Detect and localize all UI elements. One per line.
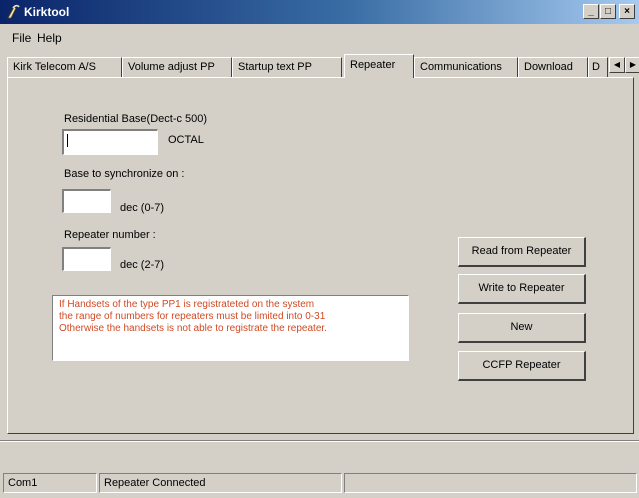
sync-base-input[interactable] <box>62 189 111 213</box>
status-connection: Repeater Connected <box>99 473 342 493</box>
repeater-number-unit: dec (2-7) <box>120 259 165 271</box>
read-from-repeater-button[interactable]: Read from Repeater <box>458 237 586 267</box>
status-port: Com1 <box>3 473 97 493</box>
close-button[interactable]: × <box>619 4 635 19</box>
close-icon: × <box>624 6 630 17</box>
title-bar[interactable]: Kirktool _ □ × <box>0 0 639 24</box>
new-button[interactable]: New <box>458 313 586 343</box>
arrow-right-icon: ▶ <box>629 60 637 69</box>
warning-line-2: the range of numbers for repeaters must … <box>59 311 326 322</box>
sync-base-unit: dec (0-7) <box>120 202 165 214</box>
repeater-number-label: Repeater number : <box>64 229 156 241</box>
warning-message-box: If Handsets of the type PP1 is registrat… <box>52 295 409 361</box>
tab-scroll-left-button[interactable]: ◀ <box>609 57 625 73</box>
residential-base-label: Residential Base(Dect-c 500) <box>64 113 208 125</box>
application-window: Kirktool _ □ × File Help Kirk Telecom A/… <box>0 0 639 498</box>
tab-startup-text-pp[interactable]: Startup text PP <box>232 57 342 77</box>
ccfp-repeater-button[interactable]: CCFP Repeater <box>458 351 586 381</box>
menu-help[interactable]: Help <box>37 31 62 45</box>
text-caret <box>67 134 68 147</box>
warning-line-3: Otherwise the handsets is not able to re… <box>59 323 327 334</box>
sync-base-label: Base to synchronize on : <box>64 168 185 180</box>
bottom-divider <box>0 440 639 442</box>
write-to-repeater-button[interactable]: Write to Repeater <box>458 274 586 304</box>
minimize-button[interactable]: _ <box>583 4 599 19</box>
repeater-number-input[interactable] <box>62 247 111 271</box>
status-bar: Com1 Repeater Connected <box>0 471 639 495</box>
app-logo-icon <box>7 4 20 19</box>
arrow-left-icon: ◀ <box>613 60 621 69</box>
warning-line-1: If Handsets of the type PP1 is registrat… <box>59 299 315 310</box>
tab-repeater[interactable]: Repeater <box>344 54 414 78</box>
window-title: Kirktool <box>24 5 70 19</box>
menu-bar: File Help <box>0 27 639 49</box>
tab-strip: Kirk Telecom A/S Volume adjust PP Startu… <box>7 54 639 78</box>
status-extra <box>344 473 637 493</box>
minimize-icon: _ <box>588 6 594 17</box>
tab-download[interactable]: Download <box>518 57 588 77</box>
tab-communications[interactable]: Communications <box>414 57 518 77</box>
residential-base-unit: OCTAL <box>168 134 204 146</box>
tab-scroll-right-button[interactable]: ▶ <box>625 57 639 73</box>
residential-base-input[interactable] <box>62 129 158 155</box>
tab-partial[interactable]: D <box>588 57 608 77</box>
tab-volume-adjust-pp[interactable]: Volume adjust PP <box>122 57 232 77</box>
maximize-button[interactable]: □ <box>600 4 616 19</box>
tab-kirk-telecom[interactable]: Kirk Telecom A/S <box>7 57 122 77</box>
menu-file[interactable]: File <box>12 31 31 45</box>
maximize-icon: □ <box>604 6 612 17</box>
